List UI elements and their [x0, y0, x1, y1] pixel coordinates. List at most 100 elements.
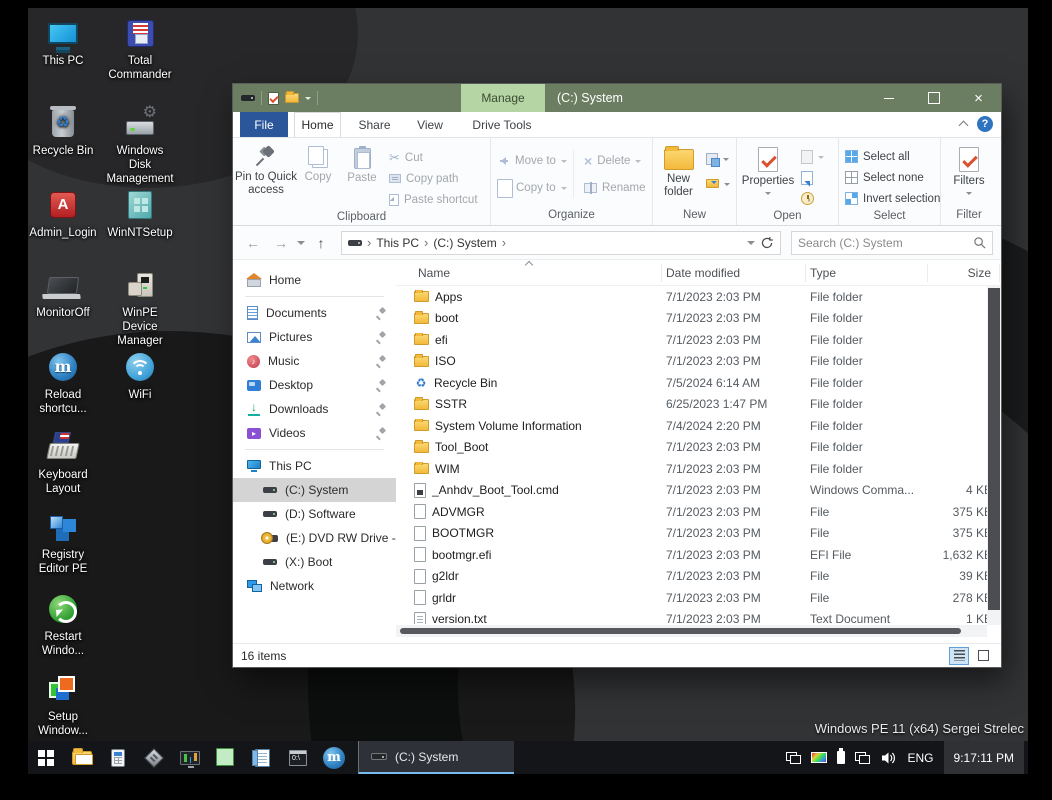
- easy-access-button[interactable]: [702, 173, 734, 194]
- horizontal-scrollbar[interactable]: [396, 625, 987, 637]
- start-button[interactable]: [28, 741, 64, 774]
- display-color-tray-icon[interactable]: [810, 752, 827, 763]
- table-row[interactable]: ♻ Recycle Bin 7/5/2024 6:14 AM File folder: [396, 372, 1001, 394]
- table-row[interactable]: BOOTMGR 7/1/2023 2:03 PM File 375 KB: [396, 523, 1001, 545]
- open-button[interactable]: [797, 146, 828, 167]
- history-button[interactable]: [797, 188, 828, 209]
- sidebar-item-documents[interactable]: Documents: [233, 301, 396, 325]
- new-item-button[interactable]: [702, 148, 734, 169]
- vertical-scrollbar[interactable]: [987, 286, 1001, 625]
- pin-to-quick-access-button[interactable]: Pin to Quick access: [235, 142, 297, 197]
- collapse-ribbon-icon[interactable]: [958, 120, 969, 131]
- language-indicator[interactable]: ENG: [908, 751, 934, 765]
- move-to-button[interactable]: Move to: [493, 150, 573, 171]
- desktop-icon-wifi[interactable]: WiFi: [105, 348, 175, 402]
- details-view-button[interactable]: [949, 646, 969, 665]
- cut-button[interactable]: Cut: [385, 147, 482, 168]
- desktop-icon-setup-windows[interactable]: Setup Window...: [28, 670, 98, 738]
- sidebar-item-home[interactable]: Home: [233, 268, 396, 292]
- table-row[interactable]: grldr 7/1/2023 2:03 PM File 278 KB: [396, 587, 1001, 609]
- command-prompt-button[interactable]: 0:\: [280, 741, 316, 774]
- copy-button[interactable]: Copy: [297, 142, 339, 184]
- desktop-icon-restart-windows[interactable]: Restart Windo...: [28, 590, 98, 658]
- file-explorer-button[interactable]: [64, 741, 100, 774]
- tab-drive-tools[interactable]: Drive Tools: [460, 112, 544, 137]
- edit-button[interactable]: [797, 167, 828, 188]
- delete-button[interactable]: × Delete: [580, 150, 649, 171]
- desktop-icon-registry-editor[interactable]: Registry Editor PE: [28, 508, 98, 576]
- table-row[interactable]: boot 7/1/2023 2:03 PM File folder: [396, 308, 1001, 330]
- scrollbar-thumb[interactable]: [988, 288, 1000, 611]
- sidebar-item-drive-c[interactable]: (C:) System: [233, 478, 396, 502]
- sidebar-item-drive-d[interactable]: (D:) Software: [233, 502, 396, 526]
- invert-selection-button[interactable]: Invert selection: [841, 188, 944, 209]
- up-button[interactable]: ↑: [309, 231, 333, 255]
- qat-customize-caret-icon[interactable]: [305, 97, 311, 103]
- recent-locations-caret-icon[interactable]: [297, 240, 305, 249]
- manage-contextual-tab[interactable]: Manage: [461, 84, 545, 112]
- close-button[interactable]: ×: [956, 84, 1001, 112]
- properties-button[interactable]: Properties: [739, 142, 797, 198]
- sidebar-item-desktop[interactable]: Desktop: [233, 373, 396, 397]
- sidebar-item-videos[interactable]: ▸ Videos: [233, 421, 396, 445]
- system-monitor-button[interactable]: [172, 741, 208, 774]
- address-history-caret-icon[interactable]: [747, 240, 755, 249]
- breadcrumb-c-system[interactable]: (C:) System: [433, 236, 496, 250]
- scrollbar-thumb[interactable]: [400, 628, 962, 634]
- back-button[interactable]: ←: [241, 231, 265, 255]
- copy-to-button[interactable]: Copy to: [493, 177, 573, 198]
- properties-icon[interactable]: [268, 91, 279, 105]
- sidebar-item-network[interactable]: Network: [233, 574, 396, 598]
- sidebar-item-music[interactable]: ♪ Music: [233, 349, 396, 373]
- table-row[interactable]: g2ldr 7/1/2023 2:03 PM File 39 KB: [396, 566, 1001, 588]
- desktop-icon-keyboard-layout[interactable]: Keyboard Layout: [28, 428, 98, 496]
- minimize-button[interactable]: [866, 84, 911, 112]
- network-tray-icon[interactable]: [785, 751, 801, 764]
- sidebar-item-this-pc[interactable]: This PC: [233, 454, 396, 478]
- maximize-button[interactable]: [911, 84, 956, 112]
- title-bar[interactable]: Manage (C:) System ×: [233, 84, 1001, 112]
- desktop-icon-this-pc[interactable]: This PC: [28, 14, 98, 68]
- table-row[interactable]: bootmgr.efi 7/1/2023 2:03 PM EFI File 1,632…: [396, 544, 1001, 566]
- tab-file[interactable]: File: [240, 112, 288, 137]
- folder-icon[interactable]: [285, 91, 299, 103]
- paste-button[interactable]: Paste: [339, 142, 385, 185]
- sidebar-item-pictures[interactable]: Pictures: [233, 325, 396, 349]
- copy-path-button[interactable]: Copy path: [385, 168, 482, 189]
- desktop-icon-winntsetup[interactable]: WinNTSetup: [105, 186, 175, 240]
- desktop-icon-total-commander[interactable]: Total Commander: [105, 14, 175, 82]
- table-row[interactable]: System Volume Information 7/4/2024 2:20 P…: [396, 415, 1001, 437]
- table-row[interactable]: ISO 7/1/2023 2:03 PM File folder: [396, 351, 1001, 373]
- notepad-button[interactable]: [244, 741, 280, 774]
- sidebar-item-downloads[interactable]: ↓ Downloads: [233, 397, 396, 421]
- desktop-icon-device-manager[interactable]: WinPE Device Manager: [105, 266, 175, 348]
- table-row[interactable]: _Anhdv_Boot_Tool.cmd 7/1/2023 2:03 PM Wind…: [396, 480, 1001, 502]
- table-row[interactable]: Tool_Boot 7/1/2023 2:03 PM File folder: [396, 437, 1001, 459]
- sidebar-item-drive-e[interactable]: (E:) DVD RW Drive -: [233, 526, 396, 550]
- select-all-button[interactable]: Select all: [841, 146, 914, 167]
- strelec-menu-button[interactable]: m: [316, 741, 352, 774]
- help-icon[interactable]: ?: [977, 116, 993, 132]
- column-header-size[interactable]: Size: [928, 263, 1000, 282]
- select-none-button[interactable]: Select none: [841, 167, 928, 188]
- tab-home[interactable]: Home: [294, 112, 341, 137]
- keyboard-tester-button[interactable]: [136, 741, 172, 774]
- calculator-button[interactable]: [100, 741, 136, 774]
- paste-shortcut-button[interactable]: Paste shortcut: [385, 189, 482, 210]
- column-header-name[interactable]: Name: [414, 263, 662, 282]
- table-row[interactable]: SSTR 6/25/2023 1:47 PM File folder: [396, 394, 1001, 416]
- new-folder-button[interactable]: New folder: [655, 142, 702, 199]
- table-row[interactable]: Apps 7/1/2023 2:03 PM File folder: [396, 286, 1001, 308]
- tab-share[interactable]: Share: [352, 112, 397, 137]
- desktop-icon-recycle-bin[interactable]: ♻ Recycle Bin: [28, 104, 98, 158]
- tab-view[interactable]: View: [408, 112, 452, 137]
- desktop-icon-disk-management[interactable]: Windows Disk Management: [105, 104, 175, 186]
- forward-button[interactable]: →: [269, 231, 293, 255]
- sticky-notes-button[interactable]: [208, 741, 244, 774]
- refresh-icon[interactable]: [760, 236, 774, 250]
- table-row[interactable]: efi 7/1/2023 2:03 PM File folder: [396, 329, 1001, 351]
- pc-tray-icon[interactable]: [854, 751, 870, 764]
- rename-button[interactable]: Rename: [580, 177, 649, 198]
- sidebar-item-drive-x[interactable]: (X:) Boot: [233, 550, 396, 574]
- table-row[interactable]: version.txt 7/1/2023 2:03 PM Text Document…: [396, 609, 1001, 624]
